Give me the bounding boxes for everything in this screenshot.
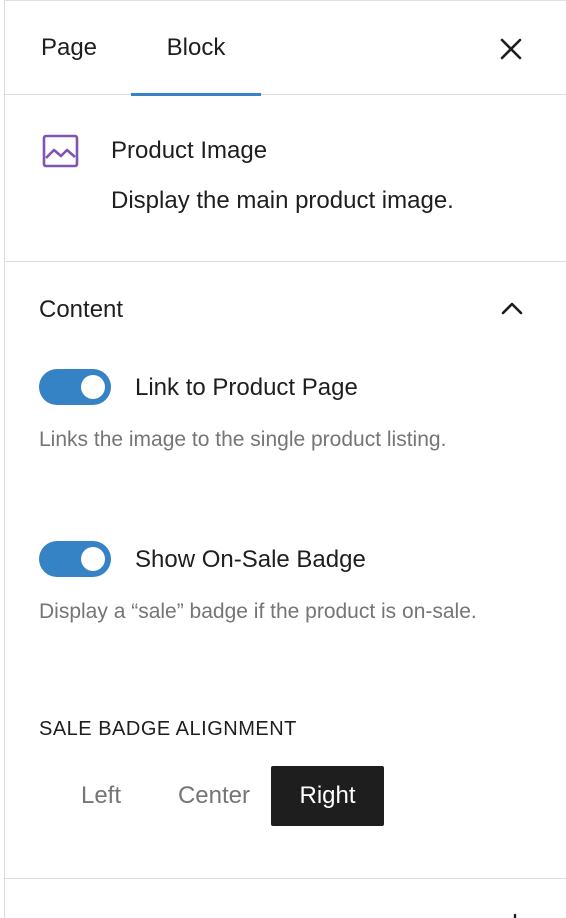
divider	[5, 878, 566, 879]
alignment-center-button[interactable]: Center	[163, 766, 265, 826]
show-on-sale-badge-label: Show On-Sale Badge	[135, 546, 366, 573]
block-card: Product Image Display the main product i…	[5, 95, 566, 262]
chevron-up-icon[interactable]	[495, 292, 529, 326]
show-on-sale-badge-help: Display a “sale” badge if the product is…	[39, 600, 477, 623]
sidebar-tabs: Page Block	[5, 0, 566, 96]
toggle-knob	[81, 375, 105, 399]
alignment-right-button[interactable]: Right	[271, 766, 384, 826]
close-icon[interactable]	[491, 29, 531, 69]
link-to-product-page-help: Links the image to the single product li…	[39, 428, 447, 451]
toggle-knob	[81, 547, 105, 571]
block-title: Product Image	[111, 137, 268, 164]
tab-block[interactable]: Block	[131, 1, 261, 96]
link-to-product-page-toggle[interactable]	[39, 369, 111, 405]
alignment-left-button[interactable]: Left	[61, 766, 141, 826]
link-to-product-page-label: Link to Product Page	[135, 374, 358, 401]
block-settings-sidebar: Page Block Product Image Display the mai…	[4, 0, 566, 918]
show-on-sale-badge-toggle[interactable]	[39, 541, 111, 577]
image-icon	[41, 133, 81, 173]
block-description: Display the main product image.	[111, 187, 454, 214]
tab-page[interactable]: Page	[37, 1, 101, 95]
content-panel-title[interactable]: Content	[39, 296, 123, 324]
chevron-icon[interactable]	[503, 906, 527, 918]
sale-badge-alignment-label: SALE BADGE ALIGNMENT	[39, 718, 297, 740]
